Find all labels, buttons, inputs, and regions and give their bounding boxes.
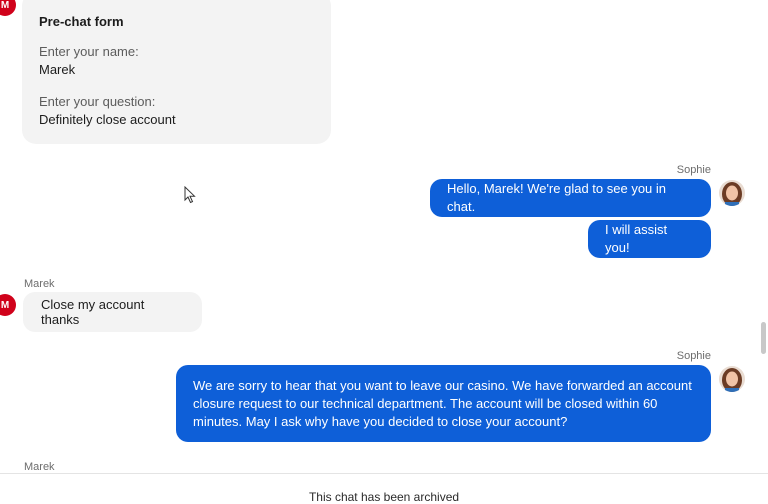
agent-name: Sophie <box>676 164 711 176</box>
visitor-avatar: M <box>0 294 16 316</box>
visitor-name: Marek <box>24 461 55 473</box>
agent-avatar-icon <box>719 366 745 392</box>
agent-message-bubble: I will assist you! <box>588 220 711 258</box>
chat-scrollbar[interactable] <box>761 322 766 354</box>
agent-name: Sophie <box>676 350 711 362</box>
agent-avatar-icon <box>719 180 745 206</box>
name-value: Marek <box>39 62 76 77</box>
prechat-form-card: Pre-chat form Enter your name: Marek Ent… <box>22 0 331 144</box>
name-label: Enter your name: <box>39 44 139 59</box>
visitor-avatar-initial: M <box>0 299 10 311</box>
mouse-cursor-icon <box>184 186 196 204</box>
question-label: Enter your question: <box>39 94 156 109</box>
agent-message-bubble: Hello, Marek! We're glad to see you in c… <box>430 179 711 217</box>
agent-message-text: We are sorry to hear that you want to le… <box>193 377 692 429</box>
visitor-message-text: Close my account thanks <box>41 297 145 327</box>
agent-message-text: I will assist you! <box>605 222 668 255</box>
visitor-avatar-initial: M <box>0 0 10 11</box>
footer-divider <box>0 473 768 474</box>
visitor-message-bubble: Close my account thanks <box>23 292 202 332</box>
agent-message-text: Hello, Marek! We're glad to see you in c… <box>447 181 667 214</box>
visitor-name: Marek <box>24 278 55 290</box>
agent-message-bubble: We are sorry to hear that you want to le… <box>176 365 711 442</box>
question-value: Definitely close account <box>39 112 176 127</box>
archived-notice: This chat has been archived <box>308 490 460 504</box>
prechat-form-title: Pre-chat form <box>39 14 124 29</box>
visitor-avatar: M <box>0 0 16 16</box>
